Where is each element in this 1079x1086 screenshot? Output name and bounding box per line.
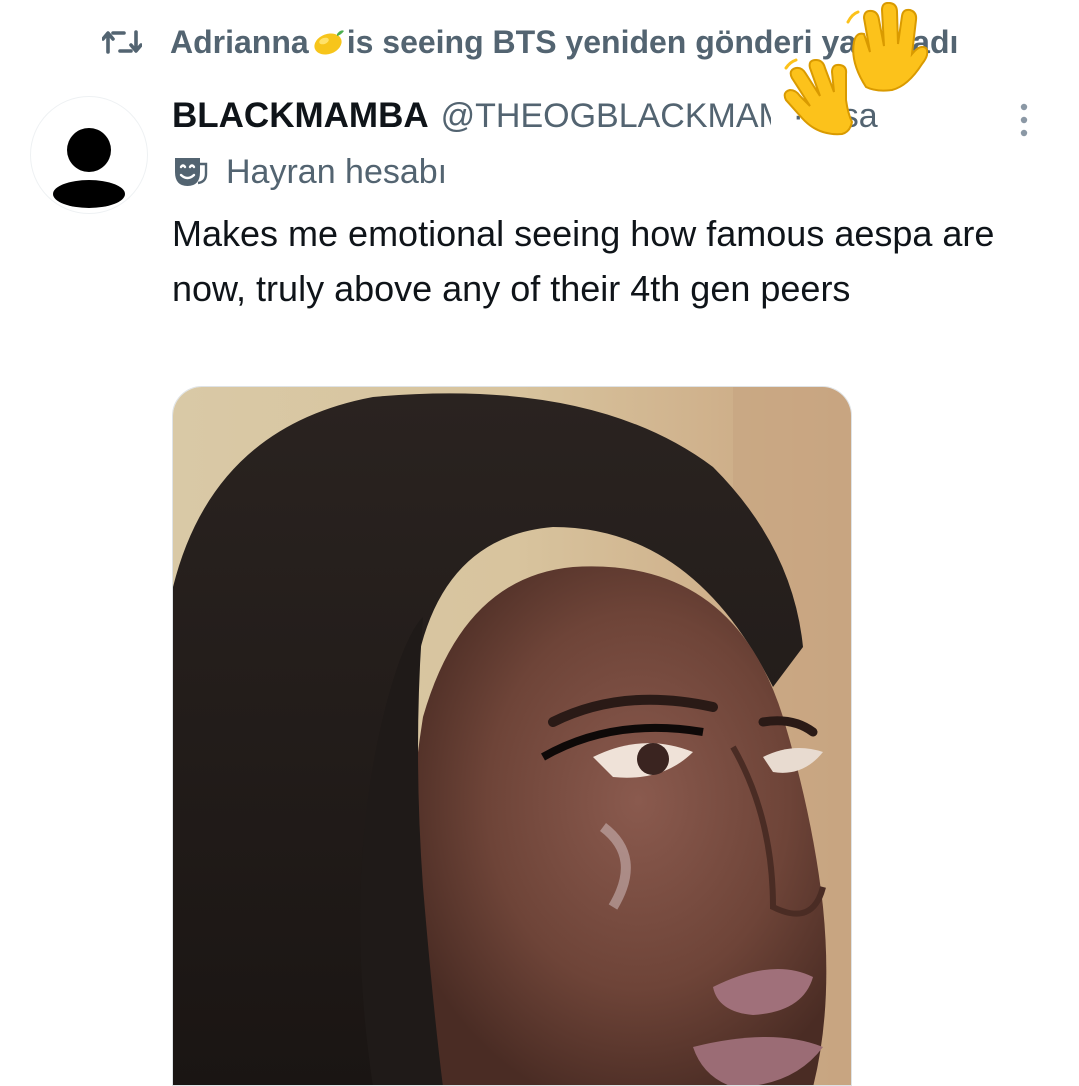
more-options-button[interactable] bbox=[1010, 98, 1038, 142]
account-label[interactable]: Hayran hesabı bbox=[172, 150, 447, 194]
lemon-emoji bbox=[311, 28, 345, 56]
tweet-text: Makes me emotional seeing how famous aes… bbox=[172, 213, 995, 309]
retweet-icon bbox=[100, 22, 144, 62]
default-profile-icon bbox=[53, 128, 125, 208]
avatar[interactable] bbox=[30, 96, 148, 214]
retweet-context[interactable]: Adrianna is seeing BTS yeniden gönderi y… bbox=[100, 18, 958, 66]
more-vertical-icon bbox=[1020, 103, 1028, 137]
display-name[interactable]: BLACKMAMBA bbox=[172, 96, 429, 136]
tweet-header: BLACKMAMBA @THEOGBLACKMAMBA · 4 sa bbox=[172, 90, 1042, 142]
theater-mask-icon bbox=[172, 154, 208, 190]
user-handle[interactable]: @THEOGBLACKMAMBA bbox=[441, 97, 771, 136]
retweet-text: is seeing BTS yeniden gönderi yayınladı bbox=[346, 23, 959, 60]
retweeter-name[interactable]: Adrianna bbox=[170, 24, 309, 61]
crying-woman-photo bbox=[173, 387, 851, 1085]
account-label-text: Hayran hesabı bbox=[226, 152, 448, 191]
tweet-media-image[interactable] bbox=[172, 386, 852, 1086]
tweet-time[interactable]: · 4 sa bbox=[793, 97, 878, 136]
